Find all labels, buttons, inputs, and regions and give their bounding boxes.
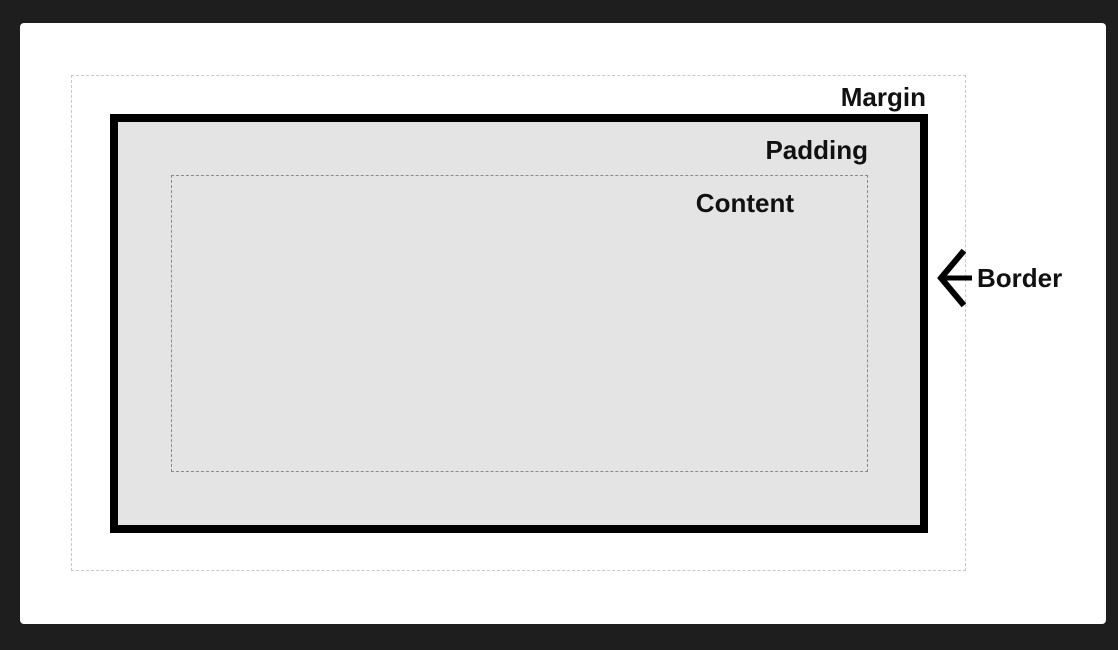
margin-label: Margin — [840, 82, 926, 112]
content-label: Content — [695, 188, 794, 218]
border-label: Border — [977, 263, 1063, 293]
padding-label: Padding — [765, 135, 868, 165]
diagram-canvas: Margin Padding Content Border — [20, 23, 1106, 624]
arrow-left-icon — [937, 248, 972, 308]
content-area — [171, 175, 868, 472]
